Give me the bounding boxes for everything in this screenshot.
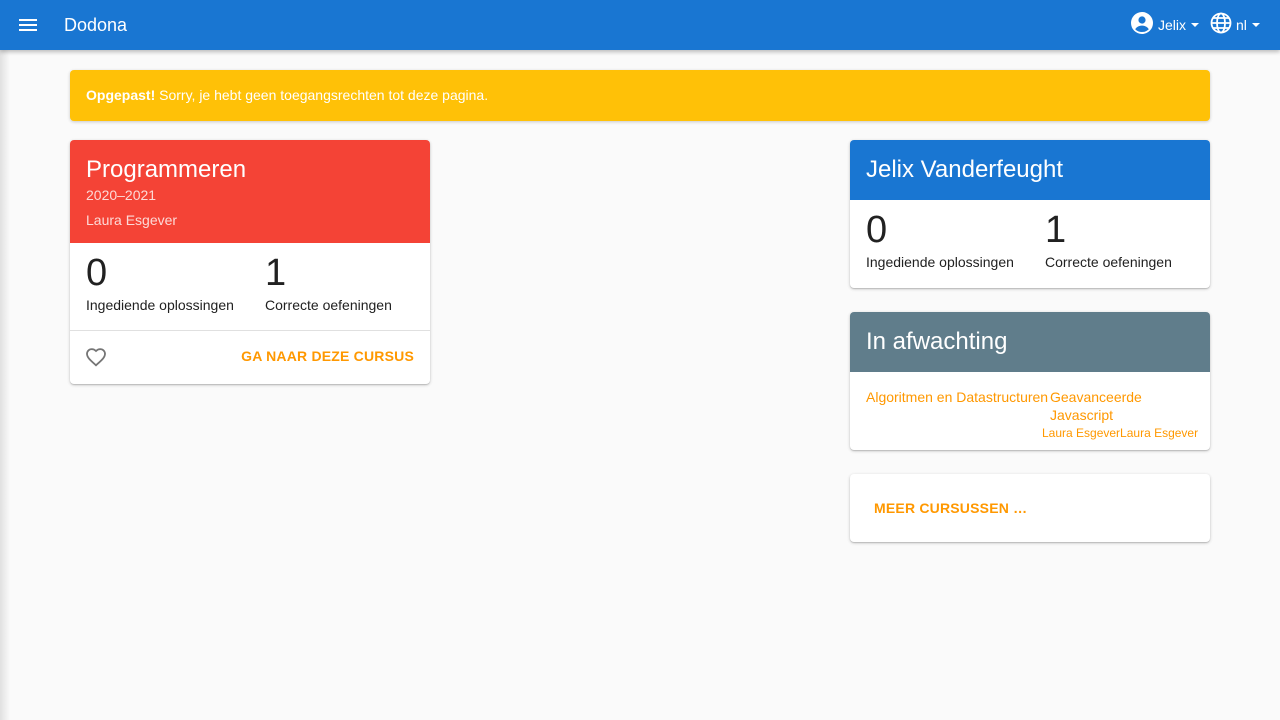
pending-courses-list: Algoritmen en Datastructuren Geavanceerd… (850, 372, 1210, 450)
stat-value: 1 (1045, 209, 1067, 251)
user-stats-card: Jelix Vanderfeught 0 Ingediende oplossin… (850, 140, 1210, 288)
language-label: nl (1236, 17, 1247, 33)
account-circle-icon (1130, 11, 1154, 40)
alert-message: Sorry, je hebt geen toegangsrechten tot … (155, 87, 489, 103)
stat-label: Ingediende oplossingen (86, 297, 234, 313)
app-title[interactable]: Dodona (64, 13, 127, 37)
alert-strong-text: Opgepast! (86, 87, 156, 103)
course-year: 2020–2021 (86, 187, 157, 203)
heart-outline-icon[interactable] (84, 345, 108, 374)
stat-label: Ingediende oplossingen (866, 254, 1014, 270)
globe-icon (1209, 11, 1233, 40)
user-full-name: Jelix Vanderfeught (866, 156, 1064, 183)
submitted-solutions-stat: 0 Ingediende oplossingen (866, 208, 1014, 271)
user-name-label: Jelix (1158, 17, 1187, 33)
go-to-course-link[interactable]: GA NAAR DEZE CURSUS (241, 348, 414, 364)
user-menu-button[interactable]: Jelix (1130, 11, 1200, 40)
course-teacher: Laura Esgever (86, 212, 178, 228)
stat-value: 0 (866, 209, 888, 251)
course-card: Programmeren 2020–2021 Laura Esgever 0 I… (70, 140, 430, 384)
app-bar: Dodona Jelix nl (0, 0, 1280, 50)
stat-label: Correcte oefeningen (1045, 254, 1172, 270)
caret-down-icon (1251, 23, 1260, 27)
access-warning-alert: Opgepast! Sorry, je hebt geen toegangsre… (70, 70, 1210, 121)
pending-course-item: Geavanceerde Javascript Laura EsgeverLau… (1042, 388, 1202, 441)
course-card-actions: GA NAAR DEZE CURSUS (70, 331, 430, 383)
user-card-header: Jelix Vanderfeught (850, 140, 1210, 200)
pending-teacher-name: Laura Esgever (1120, 426, 1199, 440)
pending-teacher-name: Laura Esgever (1042, 426, 1121, 440)
stat-label: Correcte oefeningen (265, 297, 392, 313)
pending-course-item: Algoritmen en Datastructuren (866, 388, 1056, 406)
more-courses-link[interactable]: MEER CURSUSSEN … (874, 500, 1027, 516)
sidebar-shadow (0, 50, 10, 720)
pending-course-link[interactable]: Geavanceerde Javascript (1050, 388, 1202, 424)
stat-value: 1 (265, 252, 287, 294)
pending-card-header: In afwachting (850, 312, 1210, 372)
course-card-header: Programmeren 2020–2021 Laura Esgever (70, 140, 430, 243)
language-menu-button[interactable]: nl (1209, 12, 1260, 38)
more-courses-card: MEER CURSUSSEN … (850, 474, 1210, 542)
stat-value: 0 (86, 252, 108, 294)
user-stats: 0 Ingediende oplossingen 1 Correcte oefe… (850, 200, 1210, 288)
pending-title: In afwachting (866, 328, 1008, 355)
pending-course-link[interactable]: Algoritmen en Datastructuren (866, 388, 1056, 406)
correct-exercises-stat: 1 Correcte oefeningen (1045, 208, 1172, 271)
course-stats: 0 Ingediende oplossingen 1 Correcte oefe… (70, 243, 430, 331)
pending-course-teacher: Laura EsgeverLaura Esgever (1042, 425, 1202, 441)
pending-courses-card: In afwachting Algoritmen en Datastructur… (850, 312, 1210, 450)
submitted-solutions-stat: 0 Ingediende oplossingen (86, 251, 234, 314)
menu-icon[interactable] (16, 13, 40, 37)
correct-exercises-stat: 1 Correcte oefeningen (265, 251, 392, 314)
caret-down-icon (1191, 23, 1200, 27)
course-title: Programmeren (86, 156, 247, 183)
